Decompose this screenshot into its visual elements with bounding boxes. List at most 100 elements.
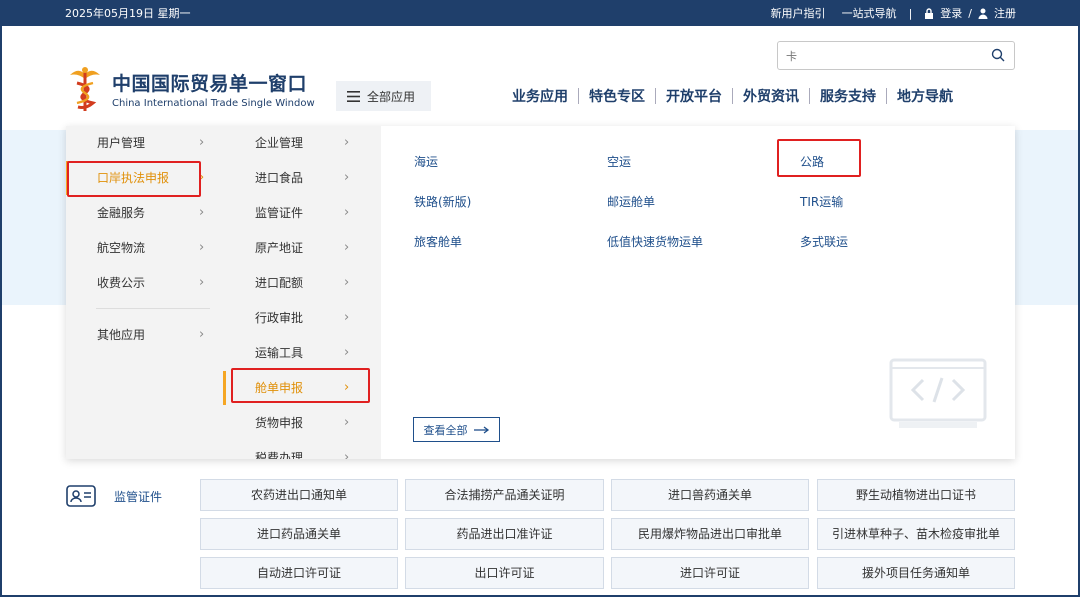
menu-item-financial-services[interactable]: 金融服务 › xyxy=(66,196,223,230)
chevron-right-icon: › xyxy=(199,240,205,255)
top-bar: 2025年05月19日 星期一 新用户指引 一站式导航 | 登录 / 注册 xyxy=(0,0,1080,26)
mega-menu: 用户管理 › 口岸执法申报 › 金融服务 › 航空物流 › 收费公示 › 其他应… xyxy=(66,126,1015,459)
user-icon xyxy=(978,8,988,19)
submenu-item-tax-handling[interactable]: 税费办理 › xyxy=(223,441,381,459)
nav-trade-news[interactable]: 外贸资讯 xyxy=(733,86,809,106)
active-indicator xyxy=(223,371,226,405)
submenu-item-transport-vehicles[interactable]: 运输工具 › xyxy=(223,336,381,370)
cert-item[interactable]: 进口兽药通关单 xyxy=(611,479,809,511)
new-user-guide-link[interactable]: 新用户指引 xyxy=(771,5,826,21)
menu-item-label: 金融服务 xyxy=(97,206,146,220)
menu-column-links: 海运 空运 公路 铁路(新版) 邮运舱单 TIR运输 旅客舱单 低值快速货物运单… xyxy=(381,126,1015,459)
menu-column-category: 用户管理 › 口岸执法申报 › 金融服务 › 航空物流 › 收费公示 › 其他应… xyxy=(66,126,223,459)
nav-support[interactable]: 服务支持 xyxy=(810,86,886,106)
submenu-item-regulatory-documents[interactable]: 监管证件 › xyxy=(223,196,381,230)
link-multimodal[interactable]: 多式联运 xyxy=(800,233,848,250)
chevron-right-icon: › xyxy=(344,345,350,360)
certificates-section-label: 监管证件 xyxy=(66,485,162,507)
chevron-right-icon: › xyxy=(344,275,350,290)
chevron-right-icon: › xyxy=(344,310,350,325)
active-indicator xyxy=(66,161,69,195)
login-link[interactable]: 登录 xyxy=(940,5,962,21)
menu-item-user-management[interactable]: 用户管理 › xyxy=(66,126,223,160)
submenu-item-manifest-declaration[interactable]: 舱单申报 › xyxy=(223,371,381,405)
link-low-value-express[interactable]: 低值快速货物运单 xyxy=(607,233,703,250)
cert-item[interactable]: 引进林草种子、苗木检疫审批单 xyxy=(817,518,1015,550)
submenu-item-goods-declaration[interactable]: 货物申报 › xyxy=(223,406,381,440)
nav-local[interactable]: 地方导航 xyxy=(887,86,963,106)
submenu-item-label: 舱单申报 xyxy=(255,381,304,395)
search-input[interactable] xyxy=(786,47,986,65)
menu-divider xyxy=(96,308,210,309)
slash-text: / xyxy=(968,6,972,20)
cert-item[interactable]: 药品进出口准许证 xyxy=(405,518,604,550)
menu-item-label: 用户管理 xyxy=(97,136,146,150)
search-icon[interactable] xyxy=(991,48,1005,62)
submenu-item-label: 货物申报 xyxy=(255,416,304,430)
all-apps-label: 全部应用 xyxy=(367,89,416,104)
chevron-right-icon: › xyxy=(344,450,350,459)
submenu-item-enterprise-management[interactable]: 企业管理 › xyxy=(223,126,381,160)
chevron-right-icon: › xyxy=(199,205,205,220)
menu-column-subcategory: 企业管理 › 进口食品 › 监管证件 › 原产地证 › 进口配额 › 行政审批 … xyxy=(223,126,381,459)
chevron-right-icon: › xyxy=(199,327,205,342)
id-card-icon xyxy=(66,485,96,507)
chevron-right-icon: › xyxy=(344,170,350,185)
nav-business-apps[interactable]: 业务应用 xyxy=(502,86,578,106)
submenu-item-label: 进口食品 xyxy=(255,171,304,185)
main-nav: 业务应用 特色专区 开放平台 外贸资讯 服务支持 地方导航 xyxy=(502,86,963,106)
cert-item[interactable]: 自动进口许可证 xyxy=(200,557,398,589)
link-sea-transport[interactable]: 海运 xyxy=(414,153,438,170)
menu-item-label: 其他应用 xyxy=(97,328,146,342)
menu-item-label: 航空物流 xyxy=(97,241,146,255)
menu-icon xyxy=(347,90,360,102)
all-apps-button[interactable]: 全部应用 xyxy=(336,81,431,111)
chevron-right-icon: › xyxy=(344,415,350,430)
search-box[interactable] xyxy=(777,41,1015,70)
chevron-right-icon: › xyxy=(199,275,205,290)
menu-item-fee-disclosure[interactable]: 收费公示 › xyxy=(66,266,223,300)
certificates-section-title: 监管证件 xyxy=(114,489,163,504)
submenu-item-label: 税费办理 xyxy=(255,451,304,459)
cert-item[interactable]: 民用爆炸物品进出口审批单 xyxy=(611,518,809,550)
arrow-right-icon xyxy=(473,425,489,434)
logo-title-cn: 中国国际贸易单一窗口 xyxy=(112,73,308,95)
cert-item[interactable]: 进口许可证 xyxy=(611,557,809,589)
link-tir-transport[interactable]: TIR运输 xyxy=(800,193,843,210)
logo-title-en: China International Trade Single Window xyxy=(112,98,315,109)
cert-item[interactable]: 合法捕捞产品通关证明 xyxy=(405,479,604,511)
cert-item[interactable]: 野生动植物进出口证书 xyxy=(817,479,1015,511)
link-passenger-manifest[interactable]: 旅客舱单 xyxy=(414,233,462,250)
one-stop-nav-link[interactable]: 一站式导航 xyxy=(842,5,897,21)
submenu-item-administrative-approval[interactable]: 行政审批 › xyxy=(223,301,381,335)
menu-item-label: 口岸执法申报 xyxy=(97,171,170,185)
cert-item[interactable]: 援外项目任务通知单 xyxy=(817,557,1015,589)
submenu-item-imported-food[interactable]: 进口食品 › xyxy=(223,161,381,195)
cert-item[interactable]: 进口药品通关单 xyxy=(200,518,398,550)
link-postal-manifest[interactable]: 邮运舱单 xyxy=(607,193,655,210)
submenu-item-import-quota[interactable]: 进口配额 › xyxy=(223,266,381,300)
submenu-item-label: 企业管理 xyxy=(255,136,304,150)
link-air-transport[interactable]: 空运 xyxy=(607,153,631,170)
chevron-right-icon: › xyxy=(344,380,350,395)
submenu-item-label: 运输工具 xyxy=(255,346,304,360)
caduceus-logo-icon xyxy=(70,67,100,111)
chevron-right-icon: › xyxy=(199,170,205,185)
chevron-right-icon: › xyxy=(199,135,205,150)
nav-featured[interactable]: 特色专区 xyxy=(579,86,655,106)
link-railway-new[interactable]: 铁路(新版) xyxy=(414,193,471,210)
cert-item[interactable]: 农药进出口通知单 xyxy=(200,479,398,511)
menu-item-port-declaration[interactable]: 口岸执法申报 › xyxy=(66,161,223,195)
submenu-item-certificate-of-origin[interactable]: 原产地证 › xyxy=(223,231,381,265)
submenu-item-label: 进口配额 xyxy=(255,276,304,290)
cert-item[interactable]: 出口许可证 xyxy=(405,557,604,589)
view-all-button[interactable]: 查看全部 xyxy=(413,417,500,442)
submenu-item-label: 监管证件 xyxy=(255,206,304,220)
register-link[interactable]: 注册 xyxy=(994,5,1016,21)
menu-item-other-apps[interactable]: 其他应用 › xyxy=(66,318,223,352)
submenu-item-label: 原产地证 xyxy=(255,241,304,255)
link-road-transport[interactable]: 公路 xyxy=(800,153,824,170)
code-illustration-icon xyxy=(889,358,987,428)
nav-open-platform[interactable]: 开放平台 xyxy=(656,86,732,106)
menu-item-air-logistics[interactable]: 航空物流 › xyxy=(66,231,223,265)
